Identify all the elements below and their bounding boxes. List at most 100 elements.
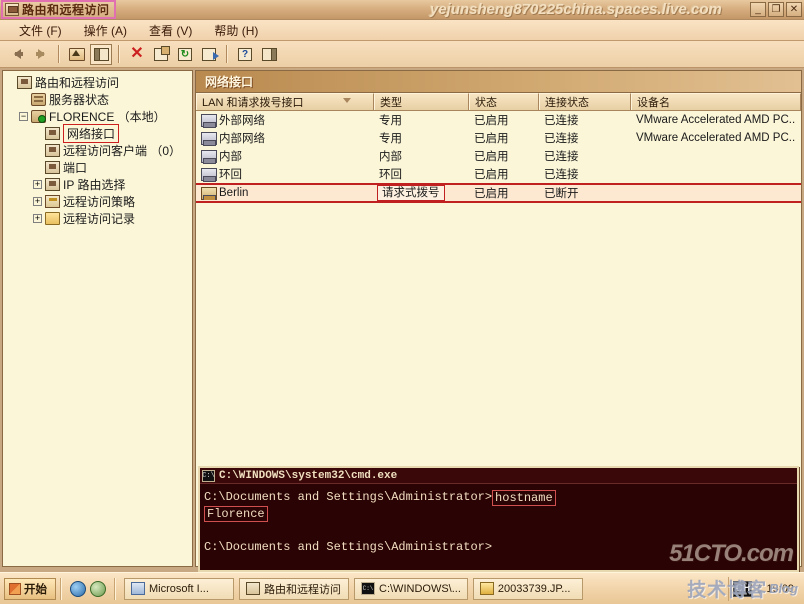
tree-item-label: 远程访问策略 [63, 195, 136, 209]
start-button[interactable]: 开始 [4, 577, 56, 600]
tree-item-label: FLORENCE （本地） [49, 110, 166, 124]
column-header-0[interactable]: LAN 和请求拨号接口 [196, 93, 374, 110]
taskbar-button-label: 20033739.JP... [497, 582, 571, 595]
column-header-2[interactable]: 状态 [469, 93, 539, 110]
type-label: 专用 [379, 115, 402, 127]
menu-view[interactable]: 查看 (V) [138, 20, 203, 41]
expand-plus-icon[interactable]: + [33, 214, 42, 223]
collapse-minus-icon[interactable]: − [19, 112, 28, 121]
cell-type: 环回 [374, 166, 469, 182]
show-hide-tree-icon[interactable] [90, 43, 112, 65]
toolbar-separator [226, 45, 228, 63]
quick-launch-bar [66, 580, 110, 597]
column-header-label: 设备名 [637, 97, 670, 109]
lan-interface-icon [201, 131, 217, 146]
cmd-line [204, 522, 793, 539]
taskbar-button-1[interactable]: 路由和远程访问 [239, 577, 349, 600]
tree-item-1[interactable]: 服务器状态 [5, 91, 192, 108]
taskbar-button-2[interactable]: C:\ C:\WINDOWS\... [354, 577, 468, 600]
menu-help[interactable]: 帮助 (H) [203, 20, 269, 41]
toolbar-separator [118, 45, 120, 63]
taskbar-button-label: C:\WINDOWS\... [379, 582, 461, 595]
start-label: 开始 [24, 583, 47, 596]
close-button[interactable]: ✕ [786, 2, 802, 17]
taskbar-button-label: 路由和远程访问 [264, 583, 341, 596]
restore-button[interactable]: ❐ [768, 2, 784, 17]
cmd-prompt: C:\Documents and Settings\Administrator> [204, 490, 493, 504]
properties-icon[interactable] [150, 44, 172, 65]
cell-status: 已启用 [474, 188, 509, 200]
cell-interface-name: 环回 [196, 166, 374, 182]
console-icon [45, 127, 60, 140]
expand-plus-icon[interactable]: + [33, 180, 42, 189]
expand-plus-icon[interactable]: + [33, 197, 42, 206]
type-label: 环回 [379, 169, 402, 181]
cell-device-name: VMware Accelerated AMD PC.. [636, 132, 796, 144]
menu-action[interactable]: 操作 (A) [73, 20, 138, 41]
cell-type: 专用 [374, 130, 469, 146]
table-row[interactable]: 内部 内部 已启用 已连接 [196, 147, 801, 165]
cell-status: 已启用 [474, 151, 509, 163]
tree-item-4[interactable]: 远程访问客户端 （0） [5, 142, 192, 159]
menu-file[interactable]: 文件 (F) [8, 20, 73, 41]
tree-item-0[interactable]: 路由和远程访问 [5, 74, 192, 91]
tree-item-label: 路由和远程访问 [35, 76, 120, 90]
column-header-1[interactable]: 类型 [374, 93, 469, 110]
policy-icon [45, 195, 60, 208]
cmd-output[interactable]: C:\Documents and Settings\Administrator>… [200, 484, 797, 556]
tree-item-5[interactable]: 端口 [5, 159, 192, 176]
cell-type: 内部 [374, 148, 469, 164]
interface-list[interactable]: 外部网络 专用 已启用 已连接 VMware Accelerated AMD PC.. 内… [196, 111, 801, 203]
column-header-row[interactable]: LAN 和请求拨号接口 类型 状态 连接状态 设备名 [196, 93, 801, 111]
table-row[interactable]: 外部网络 专用 已启用 已连接 VMware Accelerated AMD PC.. [196, 111, 801, 129]
ime-indicator[interactable]: CH [733, 580, 753, 597]
minimize-button[interactable]: _ [750, 2, 766, 17]
taskbar-separator [60, 577, 62, 600]
taskbar-button-0[interactable]: Microsoft I... [124, 577, 234, 600]
cell-interface-name: 外部网络 [196, 112, 374, 128]
cmd-icon: C:\ [361, 582, 375, 595]
export-list-icon[interactable] [198, 44, 220, 65]
tree-expander-none [33, 146, 42, 155]
show-panel-icon[interactable] [258, 44, 280, 65]
server-icon [31, 93, 46, 106]
clock[interactable]: 19:09 [766, 583, 798, 595]
command-prompt-window[interactable]: C:\ C:\WINDOWS\system32\cmd.exe C:\Docum… [198, 466, 799, 572]
tree-expander-none [33, 129, 42, 138]
help-icon[interactable]: ? [234, 44, 256, 65]
taskbar-button-3[interactable]: 20033739.JP... [472, 577, 583, 600]
tree-expander-none [33, 163, 42, 172]
back-icon[interactable] [6, 44, 28, 65]
tree-item-label: 网络接口 [63, 124, 120, 143]
refresh-icon[interactable]: ↻ [174, 44, 196, 65]
up-folder-icon[interactable] [66, 44, 88, 65]
column-header-3[interactable]: 连接状态 [539, 93, 631, 110]
windows-flag-icon [9, 582, 21, 595]
tree-item-6[interactable]: + IP 路由选择 [5, 176, 192, 193]
tree-item-2[interactable]: − FLORENCE （本地） [5, 108, 192, 125]
column-header-label: 类型 [380, 97, 402, 109]
tree-item-3[interactable]: 网络接口 [5, 124, 192, 143]
menu-bar: 文件 (F) 操作 (A) 查看 (V) 帮助 (H) [0, 20, 804, 41]
table-row[interactable]: 环回 环回 已启用 已连接 [196, 165, 801, 183]
toolbar: ✕ ↻ ? [0, 41, 804, 68]
table-row[interactable]: Berlin 请求式拨号 已启用 已断开 [196, 183, 801, 203]
delete-icon[interactable]: ✕ [126, 44, 148, 65]
demand-dial-icon [201, 186, 217, 200]
console-tree-pane[interactable]: 路由和远程访问 服务器状态 − FLORENCE （本地） 网络接口 远程访问客户端 （0… [2, 70, 193, 567]
tree-item-7[interactable]: + 远程访问策略 [5, 193, 192, 210]
column-header-4[interactable]: 设备名 [631, 93, 801, 110]
cell-interface-name: 内部网络 [196, 130, 374, 146]
interface-name-label: 环回 [219, 169, 242, 181]
ime-expand-icon[interactable]: ▴ ▾ [757, 581, 761, 596]
table-row[interactable]: 内部网络 专用 已启用 已连接 VMware Accelerated AMD PC.. [196, 129, 801, 147]
server-green-icon [31, 110, 46, 123]
title-bar: 路由和远程访问 yejunsheng870225china.spaces.liv… [0, 0, 804, 20]
forward-icon[interactable] [30, 44, 52, 65]
quicklaunch-media-icon[interactable] [90, 580, 106, 597]
console-icon [17, 76, 32, 89]
quicklaunch-ie-icon[interactable] [70, 580, 86, 597]
column-header-label: 状态 [475, 97, 497, 109]
tree-item-8[interactable]: + 远程访问记录 [5, 210, 192, 227]
tree-item-label: 端口 [63, 161, 88, 175]
